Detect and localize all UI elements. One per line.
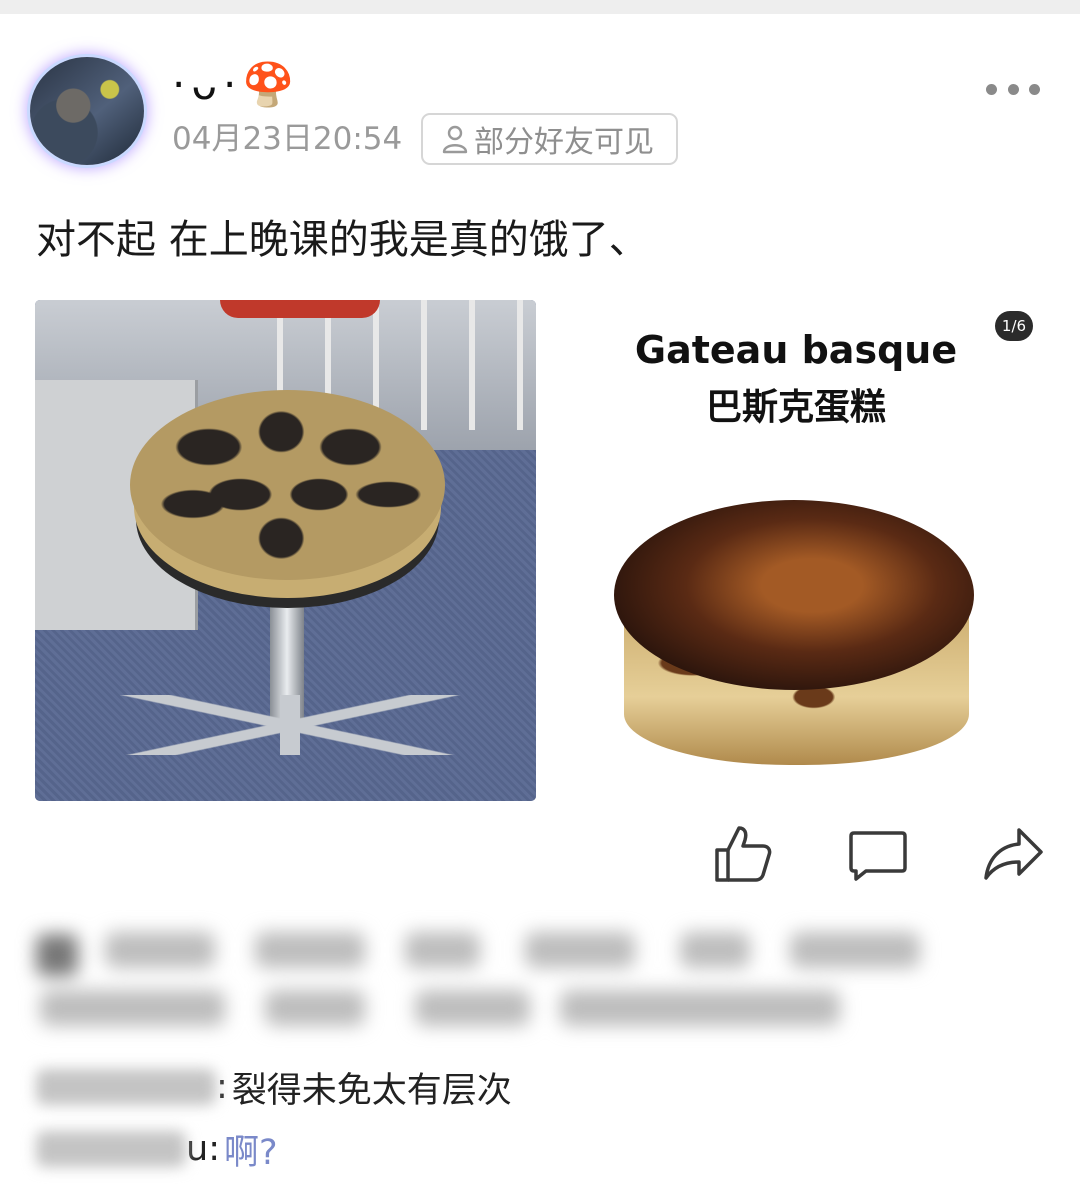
thumbs-up-icon — [36, 934, 78, 976]
photo-red-seat — [220, 300, 380, 318]
photo-cracked-cake — [130, 390, 445, 580]
status-strip — [0, 0, 1080, 14]
cake-top — [614, 500, 974, 690]
like-button[interactable] — [713, 824, 773, 884]
image-caption-zh: 巴斯克蛋糕 — [705, 387, 886, 428]
post-image-gateau-basque[interactable]: Gateau basque 巴斯克蛋糕 — [581, 300, 1055, 801]
post-text: 对不起 在上晚课的我是真的饿了、 — [36, 217, 649, 263]
visibility-label: 部分好友可见 — [474, 125, 654, 160]
comment-author-tail: u — [186, 1129, 209, 1169]
comment-text: 裂得未免太有层次 — [231, 1070, 512, 1111]
more-options-button[interactable] — [986, 76, 1040, 102]
share-icon — [984, 828, 1043, 880]
likes-list-redacted — [30, 920, 930, 1050]
author-name[interactable]: ·ᴗ·🍄 — [172, 58, 301, 112]
photo-basque-cake — [614, 500, 974, 770]
share-button[interactable] — [983, 824, 1043, 884]
comment-colon: : — [216, 1067, 228, 1107]
comment-item[interactable]: : 裂得未免太有层次 — [36, 1060, 512, 1114]
avatar[interactable] — [30, 57, 144, 165]
dot-icon — [1029, 83, 1040, 95]
photo-stool-base — [120, 695, 460, 755]
post-image-stool-cake[interactable] — [35, 300, 536, 801]
person-icon — [442, 125, 468, 154]
comment-colon: : — [208, 1129, 220, 1169]
image-caption-en: Gateau basque — [634, 328, 958, 372]
image-page-counter: 1/6 — [995, 311, 1033, 341]
comment-icon — [849, 831, 907, 881]
post-timestamp: 04月23日20:54 — [172, 121, 403, 157]
comment-item[interactable]: u : 啊? — [36, 1122, 278, 1176]
visibility-badge[interactable]: 部分好友可见 — [421, 113, 678, 165]
dot-icon — [986, 83, 997, 95]
dot-icon — [1007, 83, 1019, 95]
comment-author-redacted — [36, 1131, 186, 1167]
comment-author-redacted — [36, 1069, 216, 1105]
thumbs-up-icon — [715, 826, 772, 882]
comment-text: 啊? — [223, 1132, 278, 1173]
comment-button[interactable] — [848, 824, 908, 884]
